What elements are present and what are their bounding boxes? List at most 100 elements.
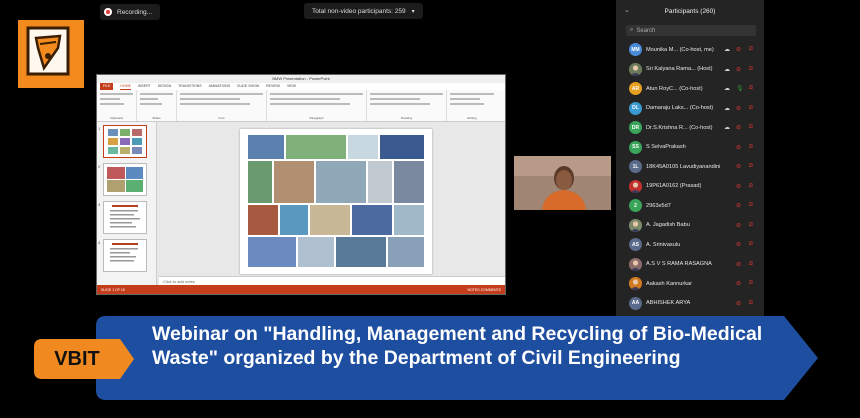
avatar: DL: [629, 101, 642, 115]
video-off-icon[interactable]: ⧄: [749, 66, 753, 73]
microphone-muted-icon[interactable]: ⊘: [736, 300, 741, 307]
avatar: [629, 257, 642, 271]
participant-row[interactable]: AR Atun RoyC... (Co-host) ☁ 🎙 ⧄: [616, 79, 764, 99]
avatar: [629, 179, 642, 193]
video-off-icon[interactable]: ⧄: [749, 261, 753, 268]
participant-name: Sri Kalyana Rama... (Host): [646, 66, 713, 73]
collapse-chevron-icon[interactable]: ⌄: [624, 6, 630, 14]
ribbon-label: Slides: [152, 116, 161, 120]
video-off-icon[interactable]: ⧄: [749, 202, 753, 209]
participant-name: 2963e5d7: [646, 202, 671, 209]
avatar: 2: [629, 199, 642, 213]
ribbon-label: Clipboard: [110, 116, 123, 120]
ribbon-group-clipboard: Clipboard: [97, 90, 137, 121]
tab-file: FILE: [100, 83, 114, 90]
tab-view: VIEW: [286, 84, 296, 88]
slide-thumbnail: [103, 125, 147, 158]
video-off-icon[interactable]: ⧄: [749, 85, 753, 92]
slide-thumbnails: 1 2 3 4: [97, 122, 157, 285]
video-off-icon[interactable]: ⧄: [749, 105, 753, 112]
video-off-icon[interactable]: ⧄: [749, 163, 753, 170]
chevron-down-icon: ▾: [411, 8, 415, 15]
participant-name: 18K45A0105 Lavudiyanandini: [646, 163, 721, 170]
banner-title: Webinar on "Handling, Management and Rec…: [152, 323, 763, 369]
microphone-muted-icon[interactable]: ⊘: [736, 124, 741, 131]
microphone-muted-icon[interactable]: ⊘: [736, 183, 741, 190]
microphone-muted-icon[interactable]: ⊘: [736, 202, 741, 209]
video-off-icon[interactable]: ⧄: [749, 300, 753, 307]
participant-row[interactable]: AA ABHISHEK ARYA ⊘ ⧄: [616, 294, 764, 314]
search-icon: ⌕: [630, 27, 634, 33]
recording-indicator[interactable]: Recording...: [100, 4, 161, 20]
microphone-muted-icon[interactable]: ⊘: [736, 280, 741, 287]
ribbon-group-editing: Editing: [447, 90, 497, 121]
participants-title: Participants (260): [664, 7, 716, 15]
ribbon-label: Editing: [467, 116, 477, 120]
avatar: [629, 218, 642, 232]
thumbnail-image-grid: [108, 129, 142, 154]
vbit-tag-label: VBIT: [54, 347, 100, 370]
notes-pane: Click to add notes: [159, 276, 505, 285]
cloud-icon: ☁: [724, 105, 730, 112]
tab-design: DESIGN: [157, 84, 172, 88]
record-icon: [104, 8, 112, 16]
video-off-icon[interactable]: ⧄: [749, 280, 753, 287]
participant-name: Dr.S.Krishna R... (Co-host): [646, 124, 713, 131]
participant-row[interactable]: MM Mounika M... (Co-host, me) ☁ ⊘ ⧄: [616, 40, 764, 60]
microphone-muted-icon[interactable]: ⊘: [736, 105, 741, 112]
cloud-icon: ☁: [724, 86, 730, 93]
video-off-icon[interactable]: ⧄: [749, 222, 753, 229]
video-off-icon[interactable]: ⧄: [749, 124, 753, 131]
video-off-icon[interactable]: ⧄: [749, 183, 753, 190]
participant-name: S SelvaPrakash: [646, 144, 686, 151]
notes-placeholder: Click to add notes: [163, 279, 195, 284]
video-off-icon[interactable]: ⧄: [749, 46, 753, 53]
vbit-logo: [16, 18, 86, 90]
avatar: AS: [629, 238, 642, 252]
participant-name: A. Srinivasulu: [646, 241, 681, 248]
video-off-icon[interactable]: ⧄: [749, 144, 753, 151]
speaker-video: [514, 156, 611, 210]
participant-row[interactable]: 1L 18K45A0105 Lavudiyanandini ⊘ ⧄: [616, 157, 764, 177]
participant-row[interactable]: Aakash Kannurkar ⊘ ⧄: [616, 274, 764, 294]
participant-row[interactable]: Sri Kalyana Rama... (Host) ☁ ⊘ ⧄: [616, 60, 764, 80]
shared-screen: BMW Presentation - PowerPoint FILE HOME …: [96, 74, 506, 295]
participant-search-input[interactable]: ⌕ Search: [626, 25, 756, 36]
recording-label: Recording...: [117, 8, 153, 16]
slide-canvas: [240, 129, 432, 274]
microphone-muted-icon[interactable]: ⊘: [736, 144, 741, 151]
notes-comments-status: NOTES COMMENTS: [467, 287, 501, 292]
powerpoint-title-bar: BMW Presentation - PowerPoint: [97, 75, 505, 83]
cloud-icon: ☁: [724, 125, 730, 132]
participant-row[interactable]: SS S SelvaPrakash ⊘ ⧄: [616, 138, 764, 158]
non-video-count-label: Total non-video participants: 259: [312, 7, 406, 15]
microphone-muted-icon[interactable]: ⊘: [736, 66, 741, 73]
avatar: 1L: [629, 160, 642, 174]
non-video-participants-dropdown[interactable]: Total non-video participants: 259 ▾: [304, 3, 423, 19]
participant-name: Damaraju Laks... (Co-host): [646, 105, 714, 112]
microphone-muted-icon[interactable]: ⊘: [736, 222, 741, 229]
microphone-muted-icon[interactable]: ⊘: [736, 261, 741, 268]
participant-row[interactable]: AS A. Srinivasulu ⊘ ⧄: [616, 235, 764, 255]
participant-row[interactable]: A. Jagadish Babu ⊘ ⧄: [616, 216, 764, 236]
participant-row[interactable]: A.S V S RAMA RASAGNA ⊘ ⧄: [616, 255, 764, 275]
avatar: [629, 277, 642, 291]
participant-row[interactable]: 19P61A0162 (Prasad) ⊘ ⧄: [616, 177, 764, 197]
participant-row[interactable]: DR Dr.S.Krishna R... (Co-host) ☁ ⊘ ⧄: [616, 118, 764, 138]
microphone-muted-icon[interactable]: ⊘: [736, 46, 741, 53]
participant-video-tile[interactable]: [514, 156, 611, 210]
video-off-icon[interactable]: ⧄: [749, 241, 753, 248]
slide-thumbnail: [103, 201, 147, 234]
ribbon-group-font: Font: [177, 90, 267, 121]
microphone-icon[interactable]: 🎙: [736, 85, 744, 92]
tab-insert: INSERT: [137, 84, 151, 88]
participant-row[interactable]: 2 2963e5d7 ⊘ ⧄: [616, 196, 764, 216]
avatar: [629, 62, 642, 76]
microphone-muted-icon[interactable]: ⊘: [736, 241, 741, 248]
microphone-muted-icon[interactable]: ⊘: [736, 163, 741, 170]
tab-review: REVIEW: [266, 84, 280, 88]
slide-number: 4: [98, 240, 101, 245]
participant-name: A.S V S RAMA RASAGNA: [646, 261, 712, 268]
participant-row[interactable]: DL Damaraju Laks... (Co-host) ☁ ⊘ ⧄: [616, 99, 764, 119]
ribbon-label: Drawing: [400, 116, 412, 120]
